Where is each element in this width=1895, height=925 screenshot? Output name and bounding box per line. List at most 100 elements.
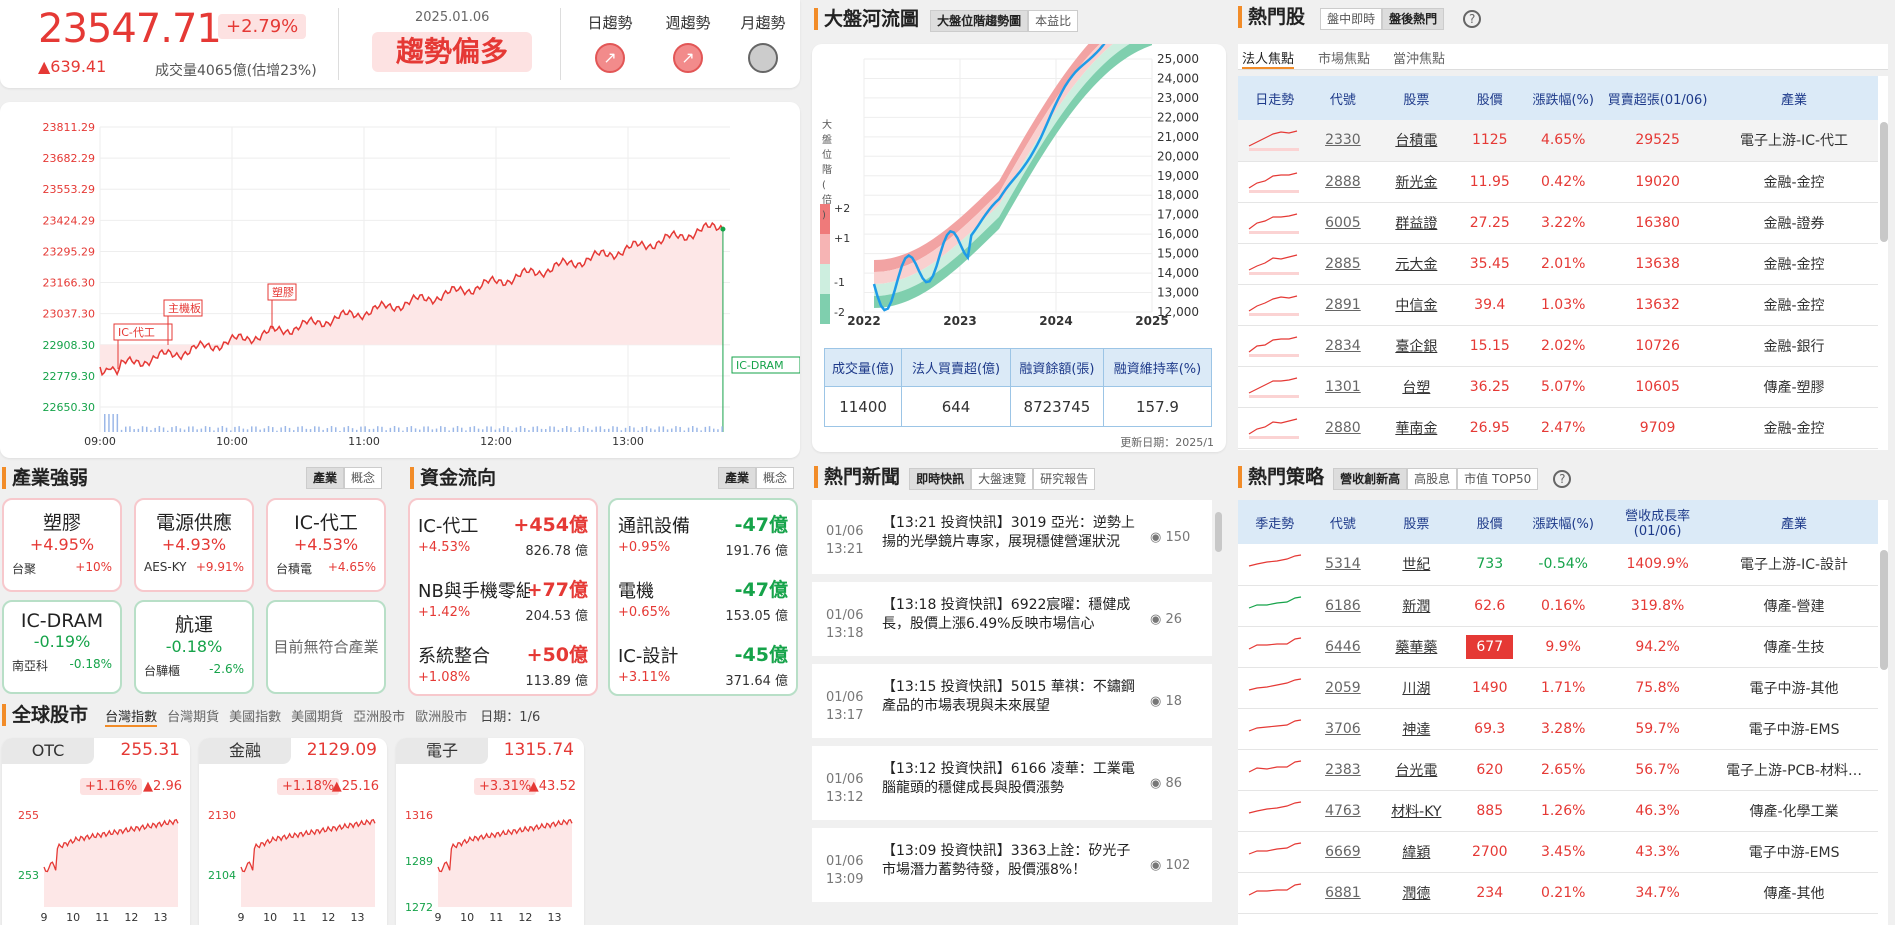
news-headline[interactable]: 【13:09 投資快訊】3363上詮：矽光子市場潛力蓄勢待發，股價漲8%！: [882, 842, 1142, 880]
market-card[interactable]: OTC 255.31 +1.16% ▲2.96 255 253 9 10 11 12 13: [2, 738, 190, 925]
table-row[interactable]: 6446 藥華藥 677 9.9% 94.2% 傳產-生技: [1238, 626, 1878, 668]
tab-news-market[interactable]: 大盤速覽: [971, 468, 1034, 490]
subtab-market[interactable]: 市場焦點: [1318, 48, 1370, 67]
table-row[interactable]: 6186 新潤 62.6 0.16% 319.8% 傳產-營建: [1238, 585, 1878, 627]
table-row[interactable]: 2059 川湖 1490 1.71% 75.8% 電子中游-其他: [1238, 667, 1878, 709]
table-row[interactable]: 2330 台積電 1125 4.65% 29525 電子上游-IC-代工: [1238, 120, 1878, 162]
global-tab[interactable]: 台灣期貨: [167, 710, 219, 725]
table-row[interactable]: 3706 神達 69.3 3.28% 59.7% 電子中游-EMS: [1238, 708, 1878, 750]
industry-tile[interactable]: IC-代工 +4.53% 台積電 +4.65%: [266, 498, 386, 592]
industry-tile[interactable]: 航運 -0.18% 台驊櫃 -2.6%: [134, 600, 254, 694]
stock-name[interactable]: 神達: [1402, 722, 1430, 738]
stock-code[interactable]: 6881: [1325, 885, 1361, 901]
tab-concept[interactable]: 概念: [755, 467, 794, 489]
tab-after-hours[interactable]: 盤後熱門: [1382, 8, 1445, 30]
stock-name[interactable]: 緯穎: [1402, 845, 1430, 861]
news-scrollbar[interactable]: [1215, 512, 1222, 552]
tab-news-live[interactable]: 即時快訊: [909, 468, 972, 490]
flow-item[interactable]: NB與手機零組 +77億 +1.42% 204.53 億: [410, 565, 596, 630]
flow-item[interactable]: IC-設計 -45億 +3.11% 371.64 億: [610, 630, 796, 695]
news-item[interactable]: 01/06 13:18 【13:18 投資快訊】6922宸曜：穩健成長，股價上漲…: [812, 582, 1212, 664]
scrollbar[interactable]: [1880, 550, 1888, 670]
week-trend[interactable]: 週趨勢 ↗: [658, 12, 718, 73]
tab-news-research[interactable]: 研究報告: [1033, 468, 1096, 490]
stock-name[interactable]: 元大金: [1395, 257, 1437, 273]
month-trend[interactable]: 月趨勢: [735, 12, 791, 73]
column-header[interactable]: 買賣超張(01/06): [1605, 76, 1711, 120]
table-row[interactable]: 4763 材料-KY 885 1.26% 46.3% 傳產-化學工業: [1238, 790, 1878, 832]
stock-code[interactable]: 5314: [1325, 556, 1361, 572]
stock-code[interactable]: 2888: [1325, 174, 1361, 190]
market-card[interactable]: 金融 2129.09 +1.18% ▲25.16 2130 2104 9 10 11 12…: [199, 738, 387, 925]
news-item[interactable]: 01/06 13:17 【13:15 投資快訊】5015 華祺：不鏽鋼產品的市場…: [812, 664, 1212, 746]
table-row[interactable]: 2880 華南金 26.95 2.47% 9709 金融-金控: [1238, 407, 1878, 449]
help-icon[interactable]: ?: [1463, 10, 1482, 28]
tab-pe[interactable]: 本益比: [1028, 10, 1079, 32]
tab-intraday[interactable]: 盤中即時: [1320, 8, 1383, 30]
stock-code[interactable]: 3706: [1325, 721, 1361, 737]
flow-item[interactable]: 電機 -47億 +0.65% 153.05 億: [610, 565, 796, 630]
column-header[interactable]: 營收成長率(01/06): [1605, 500, 1711, 544]
industry-tile[interactable]: IC-DRAM -0.19% 南亞科 -0.18%: [2, 600, 122, 694]
global-tab[interactable]: 台灣指數: [105, 710, 158, 727]
day-trend[interactable]: 日趨勢 ↗: [582, 12, 638, 73]
table-row[interactable]: 2834 臺企銀 15.15 2.02% 10726 金融-銀行: [1238, 325, 1878, 367]
global-tab[interactable]: 美國期貨: [291, 710, 343, 725]
table-row[interactable]: 6881 潤德 234 0.21% 34.7% 傳產-其他: [1238, 872, 1878, 914]
stock-code[interactable]: 2059: [1325, 680, 1361, 696]
table-row[interactable]: 6005 群益證 27.25 3.22% 16380 金融-證券: [1238, 202, 1878, 244]
stock-code[interactable]: 6669: [1325, 844, 1361, 860]
flow-item[interactable]: 系統整合 +50億 +1.08% 113.89 億: [410, 630, 596, 695]
flow-item[interactable]: IC-代工 +454億 +4.53% 826.78 億: [410, 500, 596, 565]
stock-code[interactable]: 2885: [1325, 256, 1361, 272]
news-headline[interactable]: 【13:15 投資快訊】5015 華祺：不鏽鋼產品的市場表現與未來展望: [882, 678, 1142, 716]
tab-river-trend[interactable]: 大盤位階趨勢圖: [930, 10, 1029, 32]
news-headline[interactable]: 【13:21 投資快訊】3019 亞光：逆勢上揚的光學鏡片專家，展現穩健營運狀況: [882, 514, 1142, 552]
stock-code[interactable]: 6186: [1325, 598, 1361, 614]
stock-code[interactable]: 2383: [1325, 762, 1361, 778]
help-icon[interactable]: ?: [1553, 470, 1572, 488]
table-row[interactable]: 1301 台塑 36.25 5.07% 10605 傳產-塑膠: [1238, 366, 1878, 408]
tab-high-dividend[interactable]: 高股息: [1407, 468, 1458, 490]
tab-industry[interactable]: 產業: [305, 467, 344, 489]
news-item[interactable]: 01/06 13:21 【13:21 投資快訊】3019 亞光：逆勢上揚的光學鏡…: [812, 500, 1212, 582]
news-headline[interactable]: 【13:18 投資快訊】6922宸曜：穩健成長，股價上漲6.49%反映市場信心: [882, 596, 1142, 634]
table-row[interactable]: 2383 台光電 620 2.65% 56.7% 電子上游-PCB-材料…: [1238, 749, 1878, 791]
stock-code[interactable]: 4763: [1325, 803, 1361, 819]
stock-name[interactable]: 臺企銀: [1395, 339, 1437, 355]
table-row[interactable]: 2888 新光金 11.95 0.42% 19020 金融-金控: [1238, 161, 1878, 203]
stock-name[interactable]: 中信金: [1395, 298, 1437, 314]
stock-code[interactable]: 2891: [1325, 297, 1361, 313]
global-tab[interactable]: 美國指數: [229, 710, 281, 725]
stock-name[interactable]: 台積電: [1395, 133, 1437, 149]
stock-code[interactable]: 2330: [1325, 132, 1361, 148]
tab-revenue-high[interactable]: 營收創新高: [1333, 468, 1408, 490]
stock-name[interactable]: 台塑: [1402, 380, 1430, 396]
news-item[interactable]: 01/06 13:12 【13:12 投資快訊】6166 凌華：工業電腦龍頭的穩…: [812, 746, 1212, 828]
subtab-institution[interactable]: 法人焦點: [1242, 48, 1295, 69]
stock-code[interactable]: 6446: [1325, 639, 1361, 655]
stock-name[interactable]: 新光金: [1395, 175, 1437, 191]
news-headline[interactable]: 【13:12 投資快訊】6166 凌華：工業電腦龍頭的穩健成長與股價漲勢: [882, 760, 1142, 798]
stock-name[interactable]: 新潤: [1402, 599, 1430, 615]
stock-name[interactable]: 華南金: [1395, 421, 1437, 437]
table-row[interactable]: 6669 緯穎 2700 3.45% 43.3% 電子中游-EMS: [1238, 831, 1878, 873]
stock-name[interactable]: 潤德: [1402, 886, 1430, 902]
tab-industry[interactable]: 產業: [717, 467, 756, 489]
scrollbar[interactable]: [1880, 122, 1888, 242]
stock-code[interactable]: 6005: [1325, 215, 1361, 231]
stock-name[interactable]: 台光電: [1395, 763, 1437, 779]
stock-code[interactable]: 1301: [1325, 379, 1361, 395]
tab-concept[interactable]: 概念: [343, 467, 382, 489]
stock-name[interactable]: 川湖: [1402, 681, 1430, 697]
market-card[interactable]: 電子 1315.74 +3.31% ▲43.52 1316 1289 1272 9 10…: [396, 738, 584, 925]
industry-tile[interactable]: 塑膠 +4.95% 台聚 +10%: [2, 498, 122, 592]
table-row[interactable]: 2891 中信金 39.4 1.03% 13632 金融-金控: [1238, 284, 1878, 326]
table-row[interactable]: 5314 世紀 733 -0.54% 1409.9% 電子上游-IC-設計: [1238, 544, 1878, 586]
tab-top50[interactable]: 市值 TOP50: [1457, 468, 1539, 490]
flow-item[interactable]: 通訊設備 -47億 +0.95% 191.76 億: [610, 500, 796, 565]
stock-name[interactable]: 藥華藥: [1395, 640, 1437, 656]
stock-name[interactable]: 材料-KY: [1391, 804, 1441, 820]
subtab-daytrade[interactable]: 當沖焦點: [1393, 48, 1445, 67]
industry-tile[interactable]: 電源供應 +4.93% AES-KY +9.91%: [134, 498, 254, 592]
